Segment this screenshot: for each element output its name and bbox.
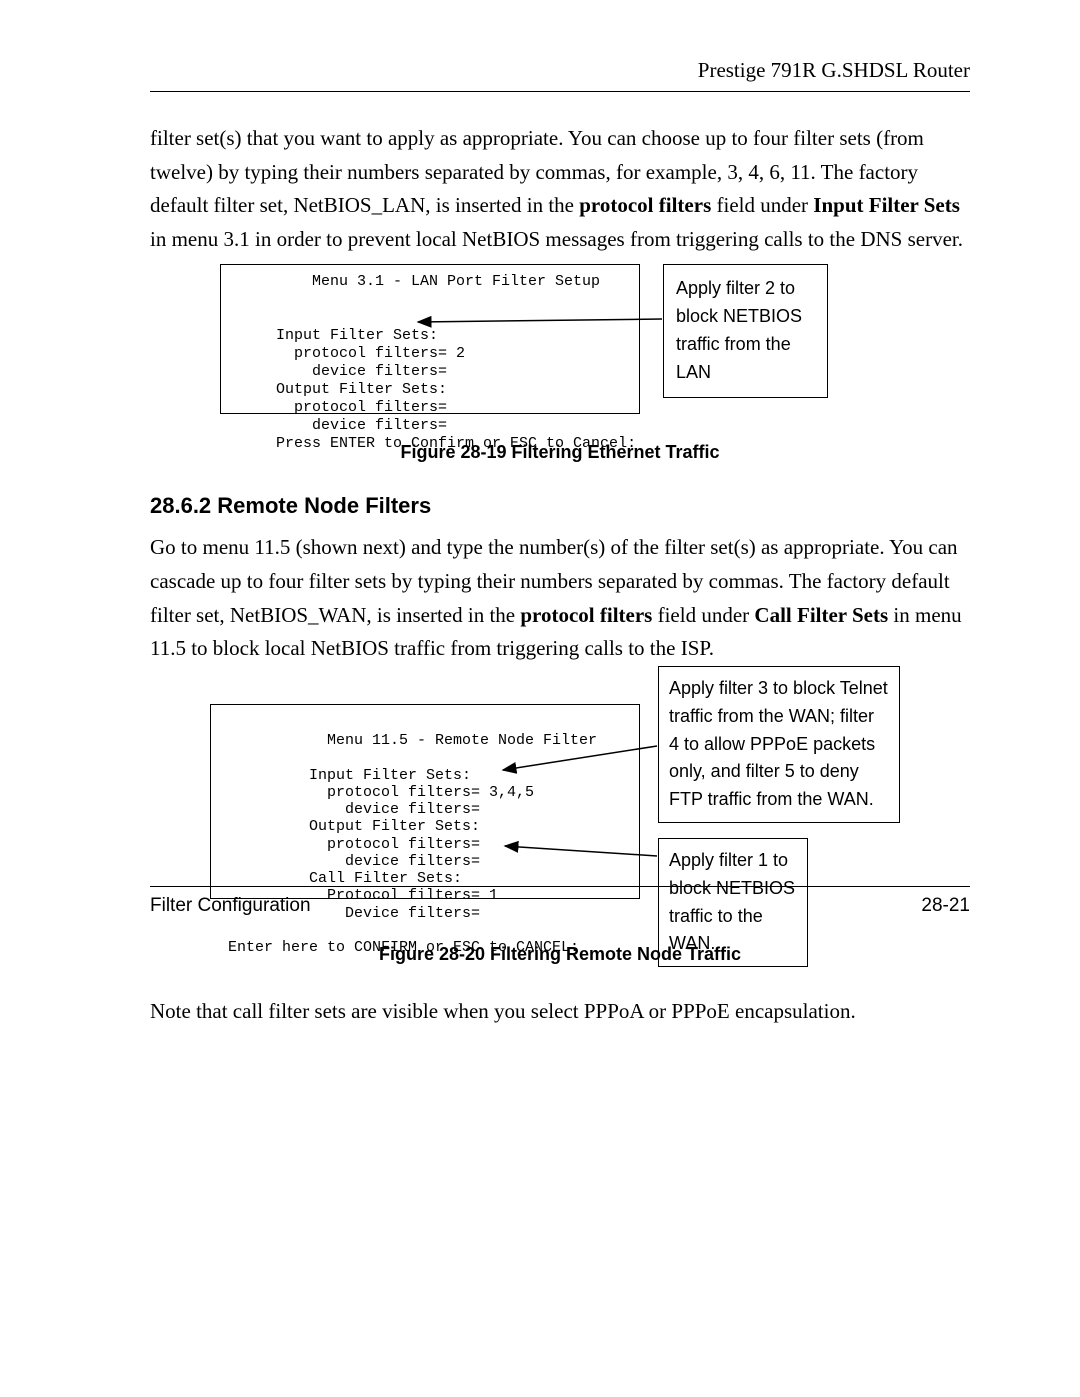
section-heading-28-6-2: 28.6.2 Remote Node Filters [150,493,970,519]
terminal-menu-11-5: Menu 11.5 - Remote Node Filter Input Fil… [210,704,640,899]
para2-b1: protocol filters [520,603,652,627]
para1-t3: in menu 3.1 in order to prevent local Ne… [150,227,963,251]
figure-28-19: Menu 3.1 - LAN Port Filter Setup Input F… [150,264,970,424]
callout-filter-345: Apply filter 3 to block Telnet traffic f… [658,666,900,823]
section-paragraph: Go to menu 11.5 (shown next) and type th… [150,531,970,665]
page-footer: Filter Configuration 28-21 [150,886,970,917]
para1-b1: protocol filters [579,193,711,217]
para2-b2: Call Filter Sets [754,603,888,627]
header-rule [150,91,970,92]
para1-b2: Input Filter Sets [813,193,960,217]
terminal-menu-3-1: Menu 3.1 - LAN Port Filter Setup Input F… [220,264,640,414]
page: Prestige 791R G.SHDSL Router filter set(… [0,0,1080,1397]
footer-left: Filter Configuration [150,895,311,917]
closing-note: Note that call filter sets are visible w… [150,995,970,1029]
callout-filter-2: Apply filter 2 to block NETBIOS traffic … [663,264,828,398]
para1-t2: field under [711,193,813,217]
page-header: Prestige 791R G.SHDSL Router [150,58,970,83]
para2-t2: field under [652,603,754,627]
intro-paragraph: filter set(s) that you want to apply as … [150,122,970,256]
footer-right: 28-21 [921,895,970,917]
